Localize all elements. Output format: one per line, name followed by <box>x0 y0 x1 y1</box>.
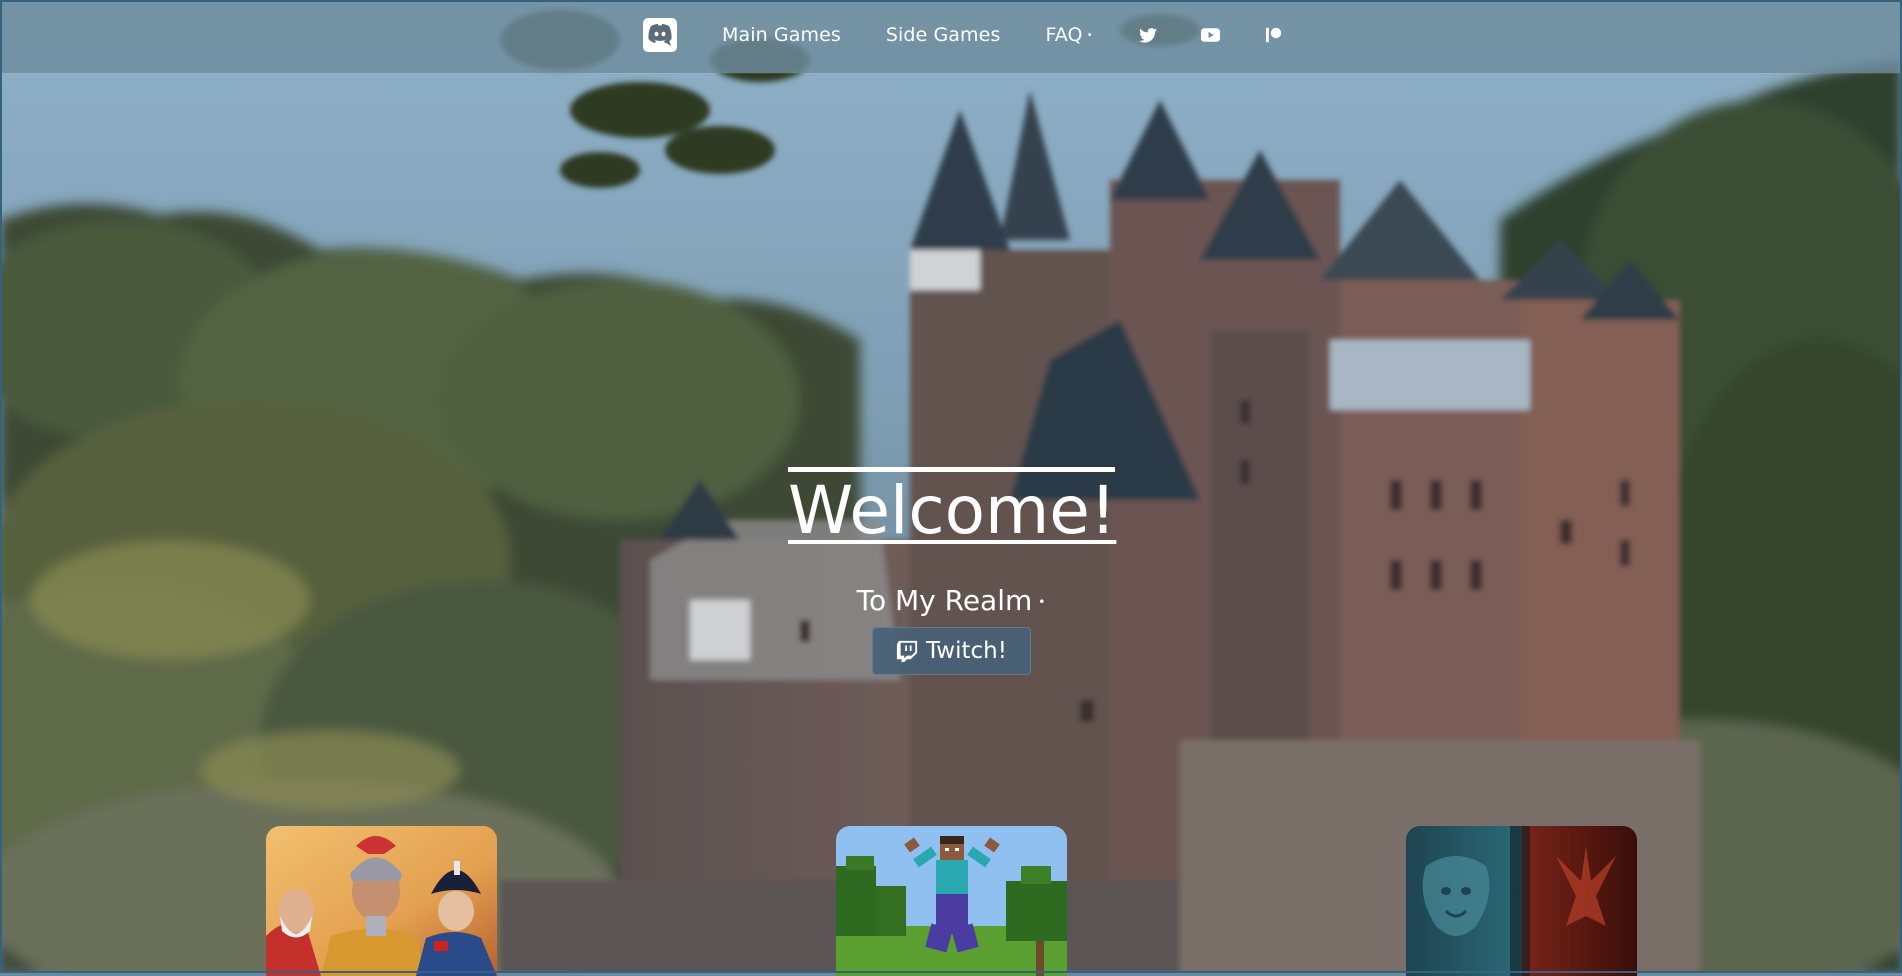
nav-link-faq-label: FAQ <box>1045 24 1083 46</box>
hero-title: Welcome! <box>788 467 1116 548</box>
game-card-minecraft[interactable] <box>836 826 1067 976</box>
twitter-icon[interactable] <box>1138 25 1158 45</box>
nav-link-main-games[interactable]: Main Games <box>722 24 841 46</box>
game-card-warcraft[interactable] <box>1406 826 1637 976</box>
patreon-icon[interactable] <box>1264 25 1284 45</box>
top-navbar: Main Games Side Games FAQ • <box>0 0 1902 73</box>
discord-icon[interactable] <box>643 18 677 52</box>
nav-link-side-games[interactable]: Side Games <box>886 24 1001 46</box>
twitch-button-label: Twitch! <box>926 638 1007 664</box>
nav-items: Main Games Side Games FAQ • <box>643 15 1327 55</box>
historical-strategy-game-art <box>266 826 497 976</box>
twitch-icon <box>896 640 918 662</box>
hero-subtitle-text: To My Realm <box>856 584 1033 617</box>
faq-dropdown-caret: • <box>1086 30 1093 41</box>
minecraft-game-art <box>836 826 1067 976</box>
game-card-historical-strategy[interactable] <box>266 826 497 976</box>
twitch-button[interactable]: Twitch! <box>872 627 1031 675</box>
subtitle-dot: • <box>1038 595 1046 609</box>
hero-subtitle: To My Realm • <box>0 584 1902 617</box>
nav-link-faq[interactable]: FAQ • <box>1045 24 1092 46</box>
youtube-icon[interactable] <box>1201 25 1221 45</box>
warcraft-alliance-horde-art <box>1406 826 1637 976</box>
